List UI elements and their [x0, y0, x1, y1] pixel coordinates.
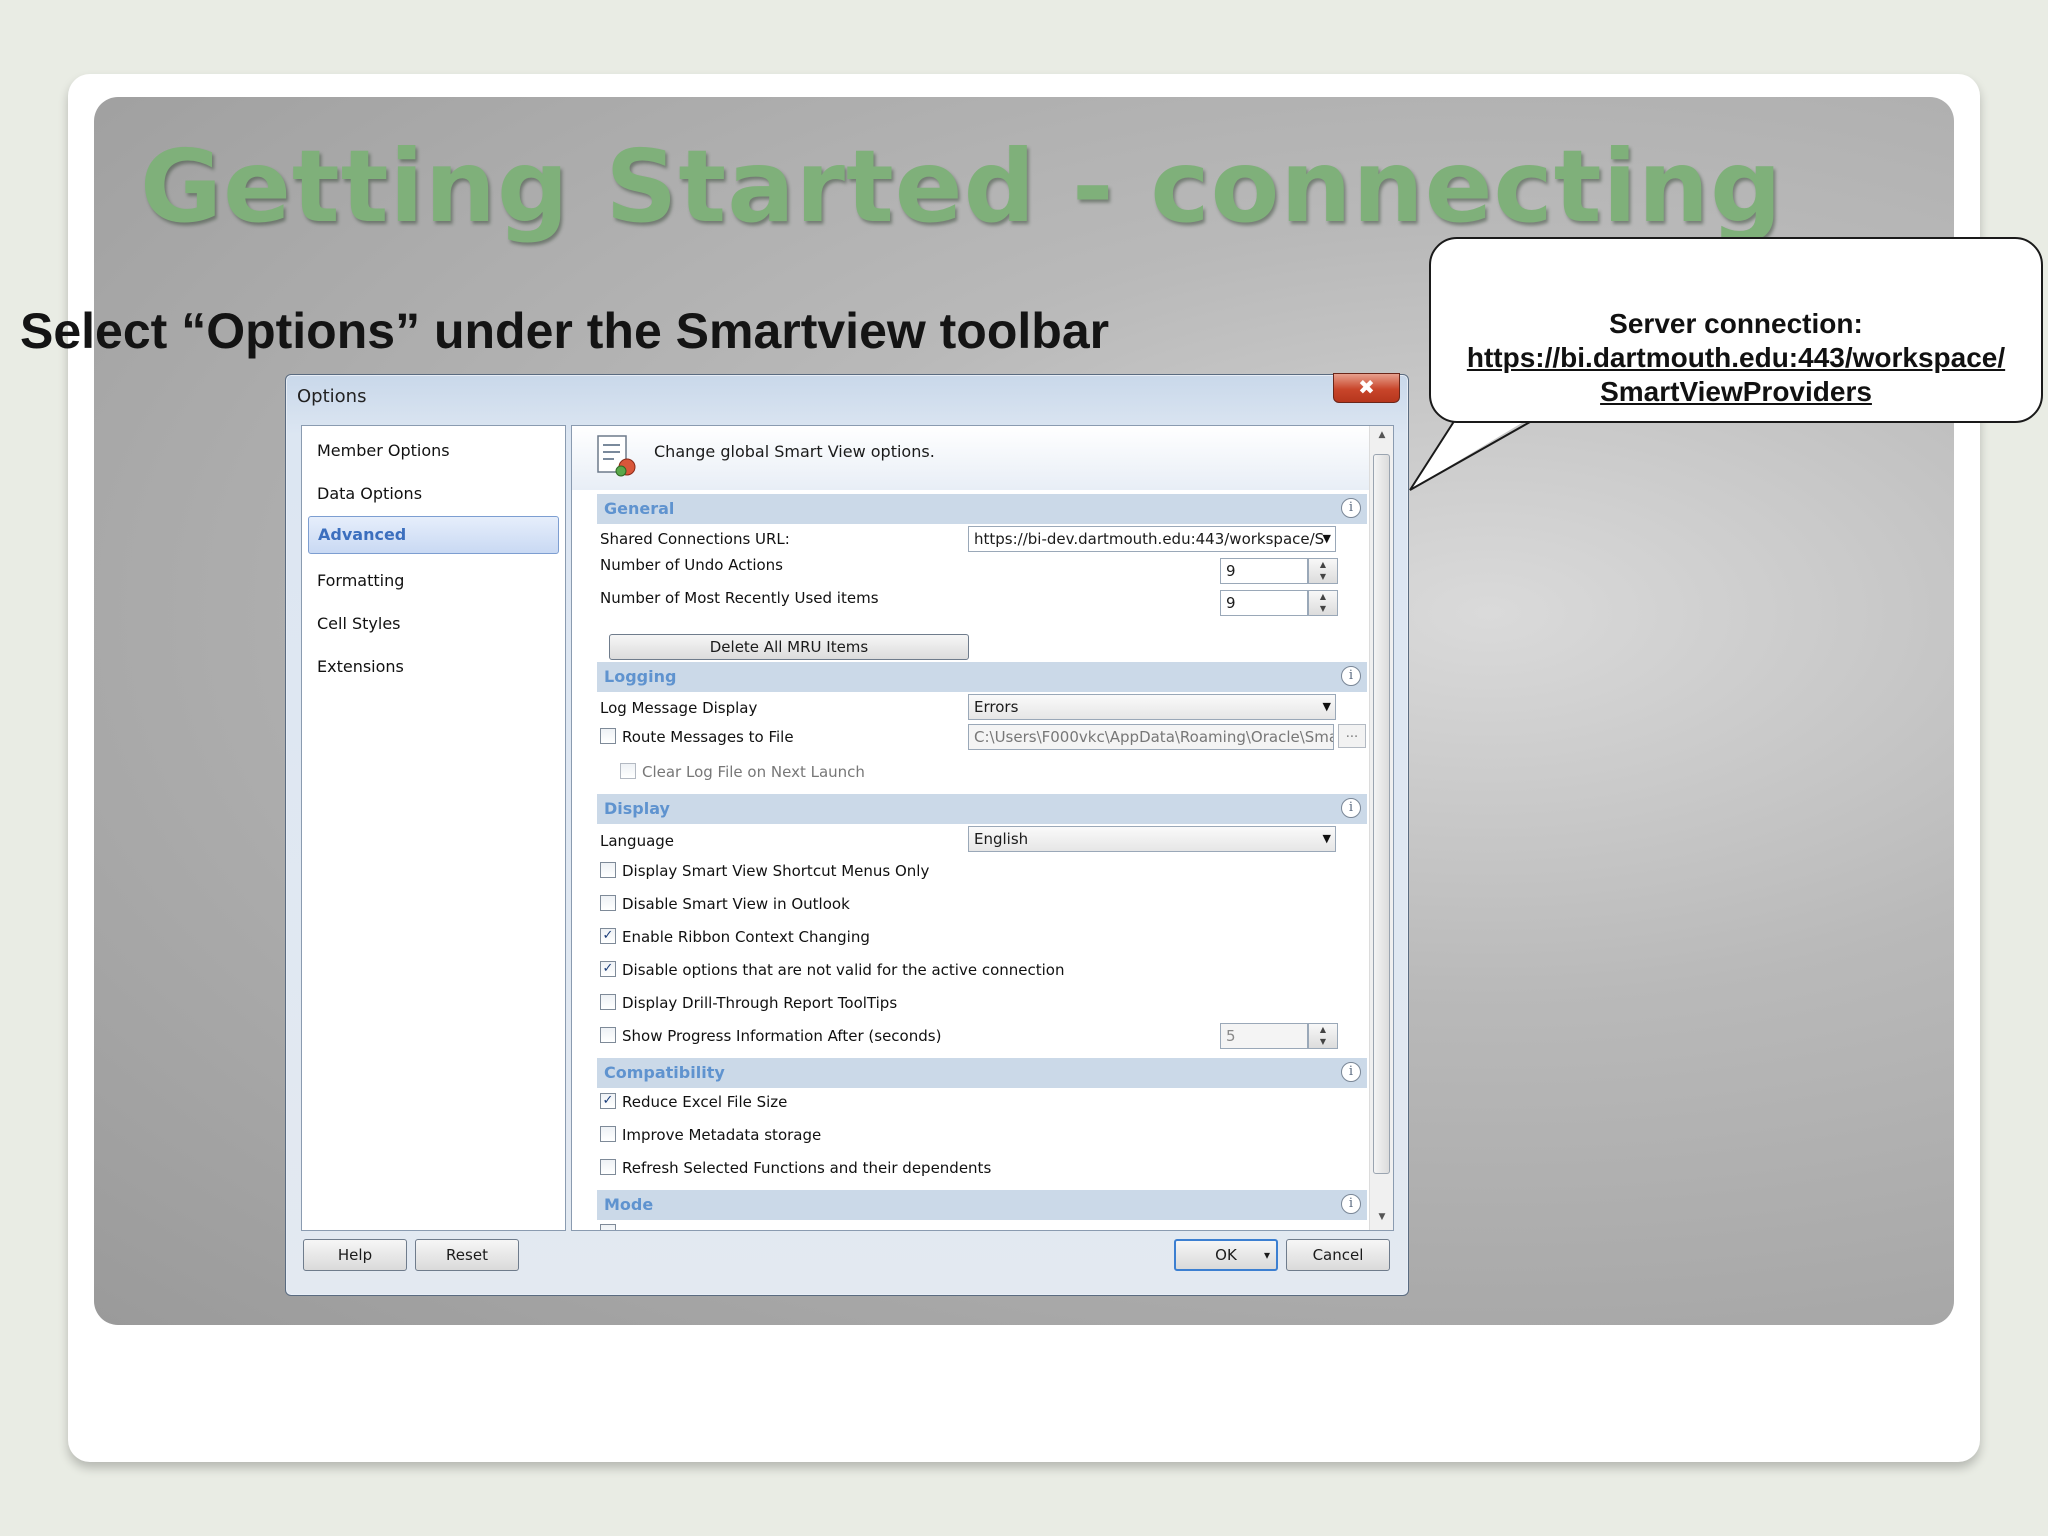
callout-url-line-2[interactable]: SmartViewProviders [1431, 375, 2041, 409]
chevron-down-icon: ▼ [1322, 532, 1331, 545]
nav-item-extensions[interactable]: Extensions [317, 657, 404, 676]
section-logging-label: Logging [604, 667, 677, 686]
log-display-select[interactable]: Errors ▼ [968, 694, 1336, 720]
help-button[interactable]: Help [303, 1239, 407, 1271]
callout-label: Server connection: [1609, 308, 1863, 339]
shared-url-combo[interactable]: https://bi-dev.dartmouth.edu:443/workspa… [968, 526, 1336, 552]
section-mode-label: Mode [604, 1195, 654, 1214]
ribbon-context-label: Enable Ribbon Context Changing [622, 928, 870, 946]
disable-outlook-label: Disable Smart View in Outlook [622, 895, 850, 913]
options-settings-icon [597, 435, 636, 477]
mode-checkbox[interactable] [600, 1224, 616, 1230]
scroll-down-icon[interactable]: ▼ [1370, 1212, 1393, 1222]
undo-actions-spinner[interactable]: 9 ▲ ▼ [1220, 558, 1338, 584]
mru-items-value[interactable]: 9 [1220, 590, 1308, 616]
undo-actions-value[interactable]: 9 [1220, 558, 1308, 584]
info-icon[interactable]: i [1341, 498, 1361, 518]
clear-log-label: Clear Log File on Next Launch [642, 763, 865, 781]
refresh-functions-checkbox[interactable] [600, 1159, 616, 1175]
mru-items-spinner[interactable]: 9 ▲ ▼ [1220, 590, 1338, 616]
chevron-down-icon: ▼ [1322, 832, 1331, 845]
section-logging: Logging i [597, 662, 1367, 692]
log-file-path: C:\Users\F000vkc\AppData\Roaming\Oracle\… [968, 724, 1334, 750]
disable-invalid-options-checkbox[interactable]: ✓ [600, 961, 616, 977]
reduce-file-size-label: Reduce Excel File Size [622, 1093, 788, 1111]
shared-url-value: https://bi-dev.dartmouth.edu:443/workspa… [974, 530, 1325, 548]
improve-metadata-label: Improve Metadata storage [622, 1126, 822, 1144]
shared-url-label: Shared Connections URL: [600, 530, 790, 548]
drill-through-tooltips-label: Display Drill-Through Report ToolTips [622, 994, 898, 1012]
language-value: English [974, 830, 1029, 848]
scrollbar-thumb[interactable] [1373, 454, 1390, 1174]
slide-title: Getting Started - connecting [140, 128, 1783, 245]
display-shortcut-menus-label: Display Smart View Shortcut Menus Only [622, 862, 930, 880]
language-select[interactable]: English ▼ [968, 826, 1336, 852]
reduce-file-size-checkbox[interactable]: ✓ [600, 1093, 616, 1109]
disable-outlook-checkbox[interactable] [600, 895, 616, 911]
close-button[interactable]: ✖ [1333, 373, 1400, 403]
section-compatibility-label: Compatibility [604, 1063, 725, 1082]
refresh-functions-label: Refresh Selected Functions and their dep… [622, 1159, 992, 1177]
log-display-value: Errors [974, 698, 1019, 716]
progress-seconds-value: 5 [1220, 1023, 1308, 1049]
close-icon: ✖ [1358, 375, 1375, 399]
options-dialog: Options ✖ Member Options Data Options Ad… [285, 373, 1409, 1296]
cancel-button[interactable]: Cancel [1286, 1239, 1390, 1271]
progress-seconds-spinner: 5 ▲ ▼ [1220, 1023, 1338, 1049]
nav-item-advanced[interactable]: Advanced [308, 516, 559, 554]
info-icon[interactable]: i [1341, 666, 1361, 686]
nav-item-data-options[interactable]: Data Options [317, 484, 422, 503]
delete-mru-button[interactable]: Delete All MRU Items [609, 634, 969, 660]
options-content: Change global Smart View options. Genera… [571, 425, 1394, 1231]
callout-url-line-1[interactable]: https://bi.dartmouth.edu:443/workspace/ [1431, 341, 2041, 375]
scroll-up-icon[interactable]: ▲ [1370, 430, 1393, 440]
dropdown-arrow-icon[interactable]: ▾ [1264, 1241, 1270, 1269]
options-header: Change global Smart View options. [572, 426, 1369, 490]
section-display: Display i [597, 794, 1367, 824]
ok-button[interactable]: OK ▾ [1174, 1239, 1278, 1271]
nav-item-cell-styles[interactable]: Cell Styles [317, 614, 401, 633]
check-icon: ✓ [602, 928, 614, 943]
ok-button-label: OK [1215, 1246, 1237, 1264]
clear-log-checkbox [620, 763, 636, 779]
dialog-title: Options [297, 386, 367, 407]
display-shortcut-menus-checkbox[interactable] [600, 862, 616, 878]
route-messages-label: Route Messages to File [622, 728, 794, 746]
browse-button: ... [1338, 724, 1366, 748]
options-header-text: Change global Smart View options. [654, 442, 935, 461]
show-progress-checkbox[interactable] [600, 1027, 616, 1043]
undo-actions-label: Number of Undo Actions [600, 556, 783, 574]
disable-invalid-options-label: Disable options that are not valid for t… [622, 961, 1065, 979]
section-general-label: General [604, 499, 675, 518]
spinner-arrows-icon: ▲ ▼ [1308, 1023, 1338, 1049]
server-connection-callout: Server connection: https://bi.dartmouth.… [1429, 237, 2043, 423]
show-progress-label: Show Progress Information After (seconds… [622, 1027, 942, 1045]
nav-item-member-options[interactable]: Member Options [317, 441, 450, 460]
nav-item-formatting[interactable]: Formatting [317, 571, 404, 590]
check-icon: ✓ [602, 1093, 614, 1108]
chevron-down-icon: ▼ [1322, 700, 1331, 713]
section-mode: Mode i [597, 1190, 1367, 1220]
spinner-arrows-icon[interactable]: ▲ ▼ [1308, 590, 1338, 616]
info-icon[interactable]: i [1341, 1194, 1361, 1214]
check-icon: ✓ [602, 961, 614, 976]
info-icon[interactable]: i [1341, 1062, 1361, 1082]
info-icon[interactable]: i [1341, 798, 1361, 818]
vertical-scrollbar[interactable]: ▲ ▼ [1369, 426, 1393, 1230]
spinner-arrows-icon[interactable]: ▲ ▼ [1308, 558, 1338, 584]
section-compatibility: Compatibility i [597, 1058, 1367, 1088]
section-display-label: Display [604, 799, 670, 818]
reset-button[interactable]: Reset [415, 1239, 519, 1271]
instruction-text: Select “Options” under the Smartview too… [20, 303, 1110, 359]
mru-items-label: Number of Most Recently Used items [600, 589, 879, 607]
options-nav: Member Options Data Options Advanced For… [301, 425, 566, 1231]
language-label: Language [600, 832, 675, 850]
improve-metadata-checkbox[interactable] [600, 1126, 616, 1142]
drill-through-tooltips-checkbox[interactable] [600, 994, 616, 1010]
route-messages-checkbox[interactable] [600, 728, 616, 744]
callout-pointer [1409, 411, 1550, 491]
ribbon-context-checkbox[interactable]: ✓ [600, 928, 616, 944]
log-display-label: Log Message Display [600, 699, 758, 717]
section-general: General i [597, 494, 1367, 524]
